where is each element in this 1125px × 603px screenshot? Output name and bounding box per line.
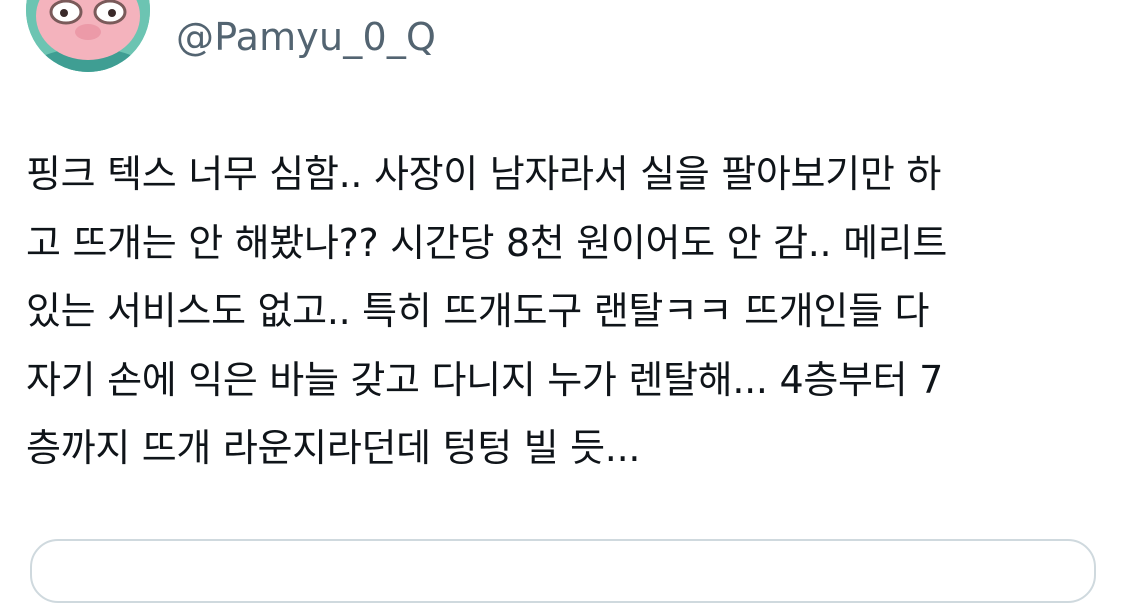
tweet-text-line: 자기 손에 익은 바늘 갖고 다니지 누가 렌탈해... 4층부터 7 (26, 357, 943, 402)
tweet-text-line: 고 뜨개는 안 해봤나?? 시간당 8천 원이어도 안 감.. 메리트 (26, 220, 948, 265)
tweet-text-line: 층까지 뜨개 라운지라던데 텅텅 빌 듯... (26, 426, 641, 470)
quoted-tweet-card[interactable] (30, 539, 1096, 603)
tweet-text-line: 핑크 텍스 너무 심함.. 사장이 남자라서 실을 팔아보기만 하 (26, 152, 941, 196)
tweet-text: 핑크 텍스 너무 심함.. 사장이 남자라서 실을 팔아보기만 하 고 뜨개는 … (26, 140, 1106, 483)
tweet-text-line: 있는 서비스도 없고.. 특히 뜨개도구 랜탈ㅋㅋ 뜨개인들 다 (26, 289, 930, 333)
author-avatar[interactable] (26, 0, 150, 72)
author-handle[interactable]: @Pamyu_0_Q (176, 14, 436, 60)
cartoon-pig-avatar-icon (26, 0, 150, 72)
